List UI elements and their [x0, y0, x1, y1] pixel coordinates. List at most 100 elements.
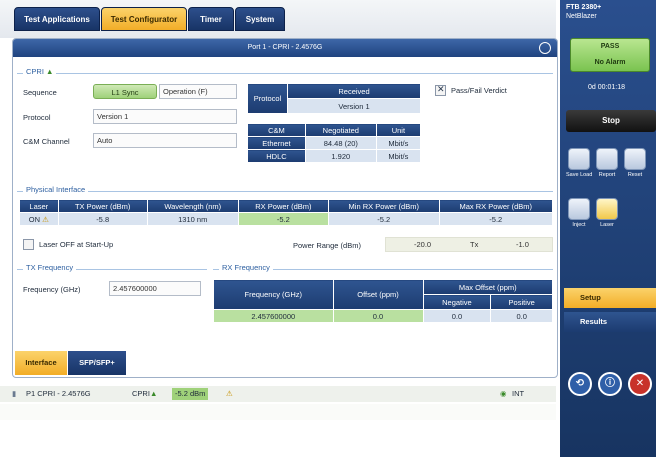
physical-header: RX Power (dBm): [237, 199, 330, 213]
cpri-section: CPRI ▲: [17, 67, 553, 76]
back-circle-icon[interactable]: ⟲: [568, 372, 592, 396]
reset-icon[interactable]: [624, 148, 646, 170]
tab-test-applications[interactable]: Test Applications: [14, 7, 100, 31]
status-port: P1 CPRI - 2.4576G: [26, 389, 91, 398]
port-icon: ▮: [12, 389, 17, 398]
physical-header: TX Power (dBm): [57, 199, 148, 213]
min-rx-power-cell: -5.2: [328, 212, 440, 226]
tab-sfp[interactable]: SFP/SFP+: [68, 351, 126, 375]
verdict-text: PASS: [600, 43, 620, 50]
report-icon[interactable]: [596, 148, 618, 170]
rx-frequency-section: RX Frequency: [213, 263, 553, 272]
cpri-section-title: CPRI: [26, 67, 44, 76]
negotiated-table: C&M Negotiated Unit Ethernet 84.48 (20) …: [247, 123, 422, 163]
physical-header: Max RX Power (dBm): [438, 199, 554, 213]
status-power: -5.2 dBm: [172, 388, 209, 400]
alarm-text: No Alarm: [594, 59, 626, 66]
status-int: INT: [512, 389, 525, 398]
rx-frequency-section-label: RX Frequency: [219, 263, 273, 272]
power-range-value: -20.0: [414, 240, 432, 249]
physical-table: Laser TX Power (dBm) Wavelength (nm) RX …: [19, 199, 554, 226]
sequence-state-field: Operation (F): [159, 84, 237, 99]
reset-label: Reset: [627, 172, 643, 178]
clock-icon: ◉: [500, 389, 507, 398]
physical-section-label: Physical Interface: [23, 185, 89, 194]
table-row: Ethernet 84.48 (20) Mbit/s: [247, 136, 422, 150]
stop-button[interactable]: Stop: [566, 110, 656, 132]
rx-positive-header: Positive: [490, 294, 553, 310]
max-rx-power-cell: -5.2: [438, 212, 554, 226]
laser-label: Laser: [600, 222, 614, 228]
rx-max-offset-header: Max Offset (ppm): [422, 279, 553, 295]
panel-title-text: Port 1 - CPRI - 2.4576G: [247, 44, 323, 51]
received-value: Version 1: [287, 98, 421, 114]
tab-test-configurator[interactable]: Test Configurator: [101, 7, 187, 31]
tab-interface[interactable]: Interface: [15, 351, 67, 375]
passfail-label: Pass/Fail Verdict: [451, 86, 507, 95]
laser-cell[interactable]: ON ⚠: [19, 212, 59, 226]
laser-icon[interactable]: [596, 198, 618, 220]
timer-text: 0d 00:01:18: [588, 84, 625, 91]
power-range-label: Power Range (dBm): [293, 241, 361, 250]
top-tab-bar: Test Applications Test Configurator Time…: [0, 0, 556, 38]
table-row: 2.457600000 0.0 0.0 0.0: [213, 309, 553, 323]
tab-system[interactable]: System: [235, 7, 285, 31]
tx-frequency-section: TX Frequency: [17, 263, 207, 272]
tx-frequency-section-label: TX Frequency: [23, 263, 77, 272]
zoom-icon[interactable]: [539, 42, 551, 54]
table-row: HDLC 1.920 Mbit/s: [247, 149, 422, 163]
wavelength-cell: 1310 nm: [146, 212, 239, 226]
laser-off-label: Laser OFF at Start-Up: [39, 240, 114, 249]
rx-offset-header: Offset (ppm): [332, 279, 424, 310]
rx-negative-cell: 0.0: [422, 309, 492, 323]
passfail-checkbox[interactable]: [435, 84, 446, 96]
physical-header: Min RX Power (dBm): [328, 199, 440, 213]
rx-frequency-header: Frequency (GHz): [213, 279, 334, 310]
tab-timer[interactable]: Timer: [188, 7, 234, 31]
sequence-l1-sync-button[interactable]: L1 Sync: [93, 84, 157, 99]
negotiated-header: C&M: [247, 123, 306, 137]
device-name: FTB 2380+: [566, 4, 602, 11]
physical-section: Physical Interface: [17, 185, 553, 194]
tx-frequency-field[interactable]: 2.457600000: [109, 281, 201, 296]
panel-title: Port 1 - CPRI - 2.4576G: [13, 39, 557, 57]
cm-channel-label: C&M Channel: [23, 137, 70, 146]
port-panel: Port 1 - CPRI - 2.4576G CPRI ▲ Sequence …: [12, 38, 558, 378]
rx-positive-cell: 0.0: [490, 309, 553, 323]
status-cpri: CPRI: [132, 389, 150, 398]
received-col-header: Received: [287, 83, 421, 99]
rx-frequency-cell: 2.457600000: [213, 309, 334, 323]
table-row: ON ⚠ -5.8 1310 nm -5.2 -5.2 -5.2: [19, 212, 554, 226]
tx-frequency-label: Frequency (GHz): [23, 285, 81, 294]
save-load-icon[interactable]: [568, 148, 590, 170]
tx-power-cell: -5.8: [57, 212, 148, 226]
cm-channel-field[interactable]: Auto: [93, 133, 237, 148]
status-row-reflection: [0, 404, 556, 420]
tx-value: -1.0: [516, 240, 529, 249]
negotiated-row-label: Ethernet: [247, 136, 306, 150]
protocol-field[interactable]: Version 1: [93, 109, 237, 124]
laser-warning-icon: ⚠: [42, 214, 49, 224]
device-subname: NetBlazer: [566, 13, 597, 20]
laser-state: ON: [28, 214, 41, 224]
report-label: Report: [598, 172, 616, 178]
save-load-label: Save Load: [566, 172, 593, 178]
laser-off-checkbox[interactable]: [23, 239, 34, 250]
inject-label: Inject: [572, 222, 586, 228]
close-circle-icon[interactable]: ✕: [628, 372, 652, 396]
antenna-icon: ▲: [46, 67, 54, 76]
power-range-field: -20.0 Tx -1.0: [385, 237, 553, 252]
results-button[interactable]: Results: [564, 312, 656, 332]
setup-button[interactable]: Setup: [564, 288, 656, 308]
negotiated-cell: Mbit/s: [375, 149, 422, 163]
sequence-label: Sequence: [23, 88, 57, 97]
physical-header: Laser: [19, 199, 59, 213]
inject-icon[interactable]: [568, 198, 590, 220]
cpri-section-label: CPRI ▲: [23, 67, 57, 76]
negotiated-header: Unit: [375, 123, 422, 137]
laser-status-icon: ⚠: [226, 389, 233, 398]
protocol-label: Protocol: [23, 113, 51, 122]
info-circle-icon[interactable]: ⓘ: [598, 372, 622, 396]
rx-power-cell: -5.2: [237, 212, 330, 226]
negotiated-cell: 1.920: [304, 149, 377, 163]
